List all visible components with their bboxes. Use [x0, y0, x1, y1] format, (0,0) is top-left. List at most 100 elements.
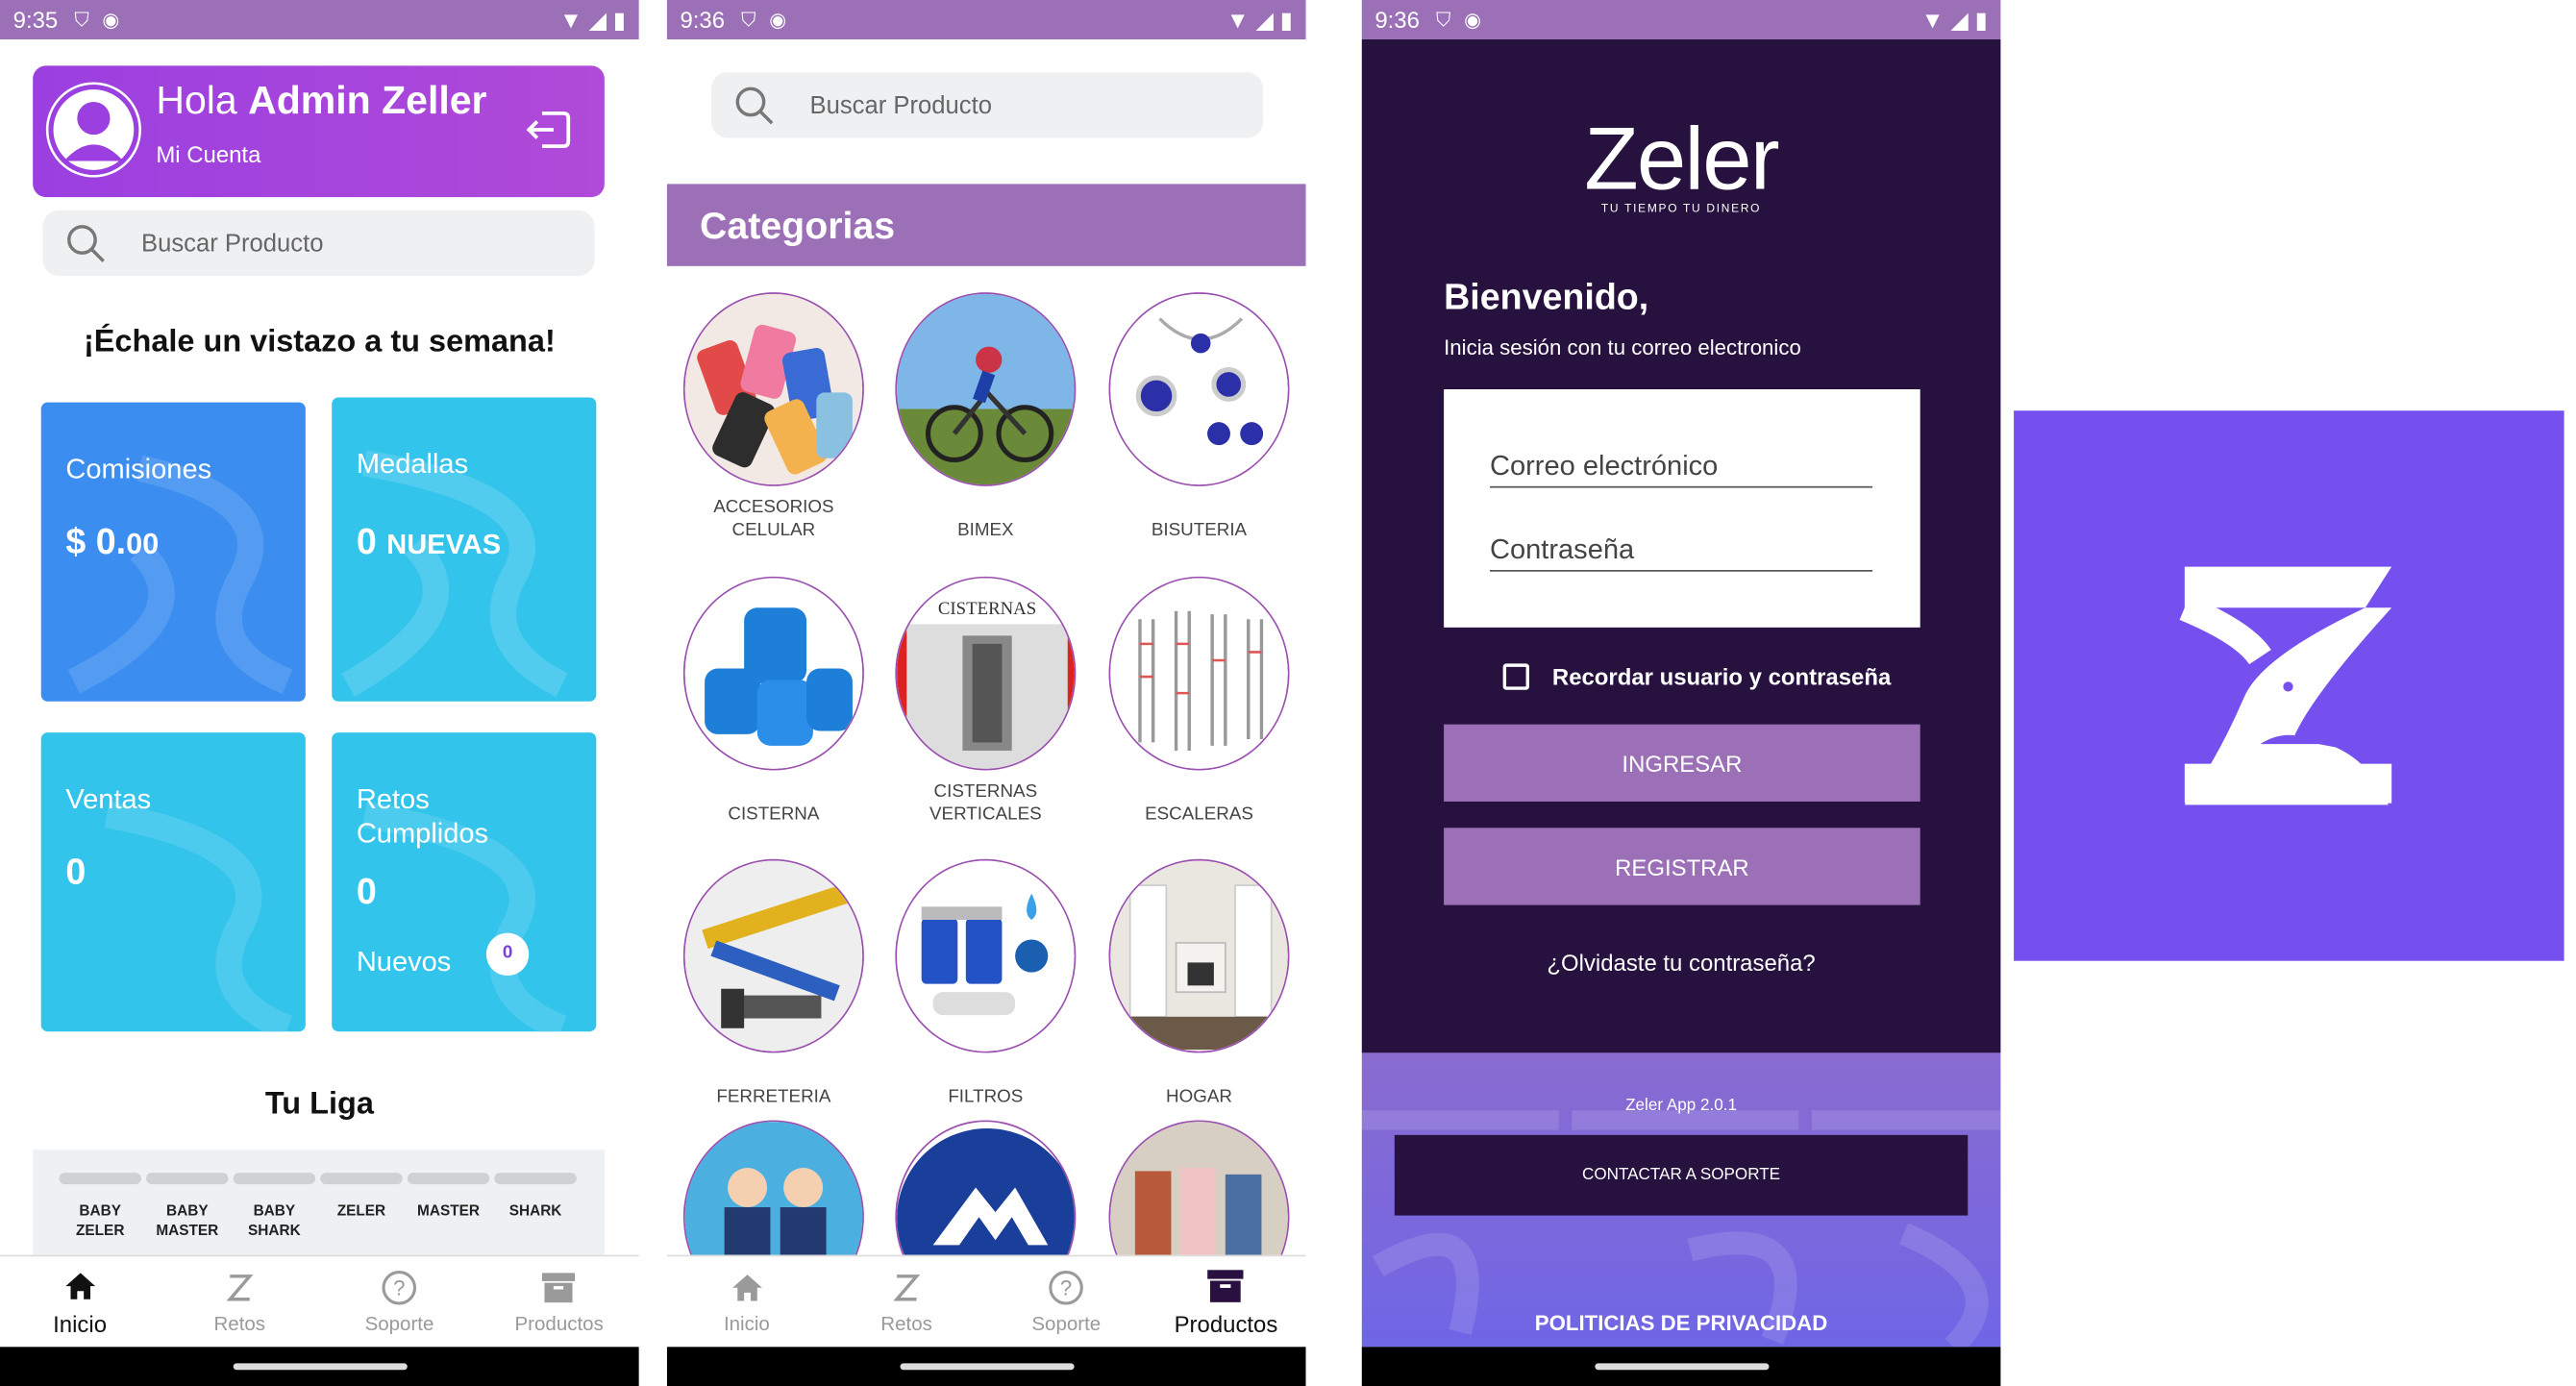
status-bar: 9:36 ⛉ ◉ ▼ ◢ ▮ [666, 0, 1306, 40]
category-label: FERRETERIA [716, 1087, 831, 1107]
email-field[interactable]: Correo electrónico [1489, 450, 1873, 488]
categories-header: Categorias [666, 184, 1306, 266]
league-zeler: ZELER [320, 1173, 403, 1221]
league-label: MASTER [417, 1201, 480, 1220]
search-icon [67, 225, 105, 262]
medallas-card[interactable]: Medallas 0 NUEVAS [332, 397, 597, 702]
league-master: MASTER [407, 1173, 490, 1221]
medallas-label: Medallas [356, 448, 469, 480]
wifi-icon: ▼ [1920, 6, 1944, 34]
zeler-icon [893, 1268, 920, 1307]
help-icon: ? [1048, 1268, 1084, 1307]
login-screen: 9:36 ⛉ ◉ ▼ ◢ ▮ Zeler TU TIEMPO TU DINERO… [1361, 0, 2001, 1386]
category-filtros[interactable]: FILTROS [887, 858, 1084, 1109]
category-bisuteria[interactable]: BISUTERIA [1101, 292, 1298, 542]
nav-soporte[interactable]: ? Soporte [986, 1256, 1146, 1347]
ventas-label: Ventas [65, 783, 152, 815]
circle-icon: ◉ [769, 8, 787, 32]
zeler-icon [226, 1268, 253, 1307]
battery-icon: ▮ [1974, 5, 1988, 33]
nav-label: Soporte [364, 1312, 434, 1336]
search-input[interactable]: Buscar Producto [42, 210, 595, 277]
league-shark: SHARK [494, 1173, 577, 1221]
circle-icon: ◉ [1464, 8, 1482, 32]
bottom-nav: Inicio Retos ? Soporte Productos [666, 1254, 1306, 1348]
comisiones-value-main: $ 0. [65, 520, 127, 562]
category-label: ESCALERAS [1145, 804, 1253, 825]
category-image [682, 576, 864, 771]
circle-icon: ◉ [102, 8, 120, 32]
comisiones-value-cents: 00 [126, 527, 160, 560]
remember-label: Recordar usuario y contraseña [1551, 663, 1892, 690]
status-bar: 9:35 ⛉ ◉ ▼ ◢ ▮ [0, 0, 639, 40]
status-bar: 9:36 ⛉ ◉ ▼ ◢ ▮ [1361, 0, 2001, 40]
bell-icon: 0 [485, 932, 530, 977]
welcome-subtitle: Inicia sesión con tu correo electronico [1444, 334, 1801, 360]
home-gesture-pill[interactable] [899, 1363, 1074, 1371]
nav-retos[interactable]: Retos [827, 1256, 986, 1347]
stage: 9:35 ⛉ ◉ ▼ ◢ ▮ Hola Admin Zeller Mi Cuen… [0, 0, 2564, 1386]
home-gesture-pill[interactable] [232, 1363, 407, 1371]
category-escaleras[interactable]: ESCALERAS [1101, 576, 1298, 827]
my-account-link[interactable]: Mi Cuenta [156, 141, 260, 167]
category-ferreteria[interactable]: FERRETERIA [675, 858, 872, 1109]
league-label: ZELER [336, 1201, 386, 1220]
retos-card[interactable]: Retos Cumplidos 0 Nuevos 0 [332, 732, 597, 1032]
privacy-policy-link[interactable]: POLITICIAS DE PRIVACIDAD [1362, 1311, 2001, 1336]
login-button[interactable]: INGRESAR [1444, 724, 1920, 802]
category-cisternas-verticales[interactable]: CISTERNAS CISTERNAS VERTICALES [887, 576, 1084, 827]
nav-soporte[interactable]: ? Soporte [319, 1256, 479, 1347]
category-label: CISTERNA [728, 804, 820, 825]
status-time: 9:36 [680, 6, 726, 34]
zeler-logo: Zeler TU TIEMPO TU DINERO [1362, 109, 2001, 215]
nav-inicio[interactable]: Inicio [0, 1256, 160, 1347]
nav-productos[interactable]: Productos [480, 1256, 639, 1347]
category-hogar[interactable]: HOGAR [1101, 858, 1298, 1109]
retos-value: 0 [356, 870, 377, 912]
nav-label: Retos [880, 1312, 932, 1336]
password-field[interactable]: Contraseña [1489, 533, 1873, 572]
category-label-line: CISTERNAS [933, 781, 1038, 802]
medallas-new-text: NUEVAS [386, 529, 502, 560]
greeting-name: Admin Zeller [248, 79, 487, 124]
category-bimex[interactable]: BIMEX [887, 292, 1084, 542]
league-title: Tu Liga [264, 1087, 374, 1123]
forgot-password-link[interactable]: ¿Olvidaste tu contraseña? [1362, 950, 2001, 976]
league-baby-shark: BABY SHARK [233, 1173, 316, 1240]
nav-productos[interactable]: Productos [1146, 1256, 1305, 1347]
retos-label-line1: Retos [356, 783, 430, 815]
category-accesorios-celular[interactable]: ACCESORIOS CELULAR [675, 292, 872, 542]
comisiones-value: $ 0.00 [65, 521, 159, 563]
category-image [895, 292, 1077, 486]
ventas-card[interactable]: Ventas 0 [40, 732, 306, 1032]
register-button[interactable]: REGISTRAR [1444, 828, 1920, 905]
search-placeholder: Buscar Producto [809, 90, 992, 119]
home-gesture-pill[interactable] [1594, 1363, 1769, 1371]
avatar [45, 82, 141, 178]
league-label: SHARK [248, 1222, 301, 1239]
cisternas-image-text: CISTERNAS [938, 599, 1036, 619]
retos-label: Retos Cumplidos [357, 781, 488, 851]
system-nav-bar [0, 1347, 639, 1386]
contact-support-button[interactable]: CONTACTAR A SOPORTE [1394, 1134, 1969, 1216]
app-icon [2014, 410, 2564, 961]
remember-checkbox[interactable]: Recordar usuario y contraseña [1502, 663, 1892, 690]
category-cisterna[interactable]: CISTERNA [675, 576, 872, 827]
nav-label: Retos [213, 1312, 266, 1336]
league-label: SHARK [508, 1201, 562, 1220]
nav-inicio[interactable]: Inicio [667, 1256, 827, 1347]
greeting-card[interactable]: Hola Admin Zeller Mi Cuenta [33, 65, 605, 198]
status-time: 9:36 [1375, 6, 1420, 34]
wifi-icon: ▼ [559, 6, 582, 34]
logo-tagline: TU TIEMPO TU DINERO [1600, 203, 1762, 215]
checkbox-icon[interactable] [1502, 663, 1529, 690]
search-input[interactable]: Buscar Producto [710, 72, 1264, 138]
category-image [682, 858, 864, 1053]
category-image [1108, 858, 1290, 1053]
app-version: Zeler App 2.0.1 [1625, 1097, 1738, 1116]
logout-icon[interactable] [522, 109, 571, 160]
comisiones-card[interactable]: Comisiones $ 0.00 [40, 402, 306, 702]
zeler-hourglass-icon [2179, 566, 2392, 805]
nav-retos[interactable]: Retos [160, 1256, 319, 1347]
archive-icon [1206, 1267, 1246, 1306]
